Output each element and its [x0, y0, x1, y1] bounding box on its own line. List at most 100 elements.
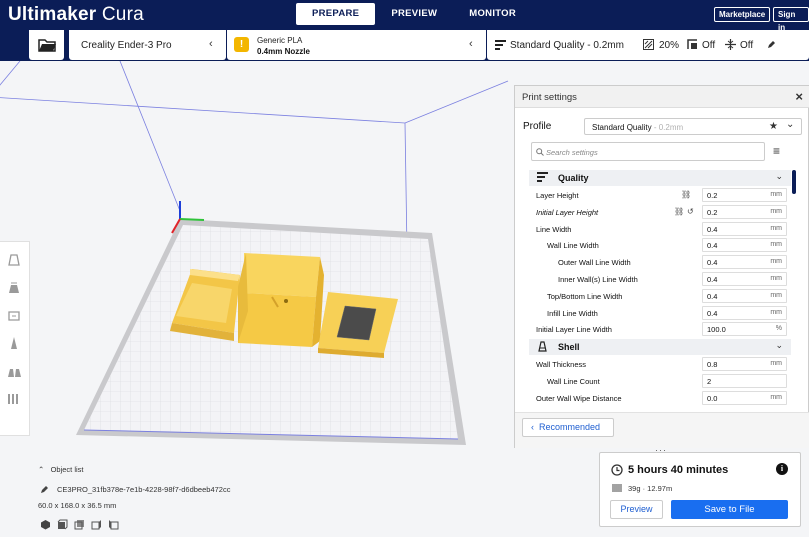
close-icon[interactable]: ×: [795, 89, 803, 104]
setting-value-field[interactable]: 0.8 mm: [702, 357, 787, 372]
setting-label: Top/Bottom Line Width: [547, 291, 623, 301]
setting-value-field[interactable]: 100.0%: [702, 322, 787, 337]
support-value: Off: [702, 40, 716, 51]
setting-value-field[interactable]: 0.4 mm: [702, 288, 787, 303]
model-tall-box: [238, 253, 324, 347]
sign-in-button[interactable]: Sign in: [773, 7, 809, 32]
setting-row: Layer Height ⛓ 0.2 mm: [529, 187, 791, 203]
star-icon[interactable]: ★: [769, 121, 778, 132]
setting-label: Initial Layer Height: [536, 207, 599, 217]
marketplace-button[interactable]: Marketplace: [714, 7, 771, 22]
adhesion-icon: [725, 39, 736, 50]
support-blocker-tool[interactable]: [4, 388, 24, 410]
left-view-icon[interactable]: [91, 519, 102, 530]
setting-value: 2: [707, 377, 712, 386]
3d-view-icon[interactable]: [40, 519, 51, 530]
setting-value: 0.8: [707, 360, 718, 370]
mirror-tool[interactable]: [4, 332, 24, 354]
setting-value-field[interactable]: 0.4 mm: [702, 305, 787, 320]
setting-unit: mm: [770, 360, 782, 368]
front-view-icon[interactable]: [57, 519, 68, 530]
setting-unit: mm: [770, 291, 782, 299]
folder-icon: [37, 39, 56, 52]
mirror-icon: [11, 337, 17, 349]
chevron-left-icon: ‹: [209, 38, 213, 50]
setting-row: Wall Line Width 0.4 mm: [529, 237, 791, 253]
info-icon[interactable]: i: [776, 463, 788, 475]
setting-row: Top/Bottom Line Width 0.4 mm: [529, 288, 791, 304]
rotate-icon: [8, 311, 20, 321]
setting-value-field[interactable]: 0.2 mm: [702, 204, 787, 219]
stage-tabs: PREPARE PREVIEW MONITOR: [296, 3, 532, 25]
setting-label: Wall Thickness: [536, 360, 587, 370]
link-icon[interactable]: ⛓: [681, 190, 691, 199]
move-tool[interactable]: [4, 248, 24, 270]
infill-value: 20%: [659, 40, 680, 51]
setting-label: Outer Wall Line Width: [558, 258, 631, 268]
tab-monitor[interactable]: MONITOR: [453, 3, 532, 25]
shell-icon: [538, 341, 547, 352]
settings-scrollbar[interactable]: [792, 170, 796, 194]
chevron-down-icon: ⌄: [786, 119, 795, 130]
material-usage: 39g · 12.97m: [628, 484, 673, 493]
per-model-settings-tool[interactable]: [4, 360, 24, 382]
setting-value: 0.2: [707, 207, 718, 217]
search-icon: [536, 148, 544, 156]
panel-footer: ‹ Recommended ···: [515, 412, 809, 455]
view-buttons: [40, 519, 119, 530]
setting-value-field[interactable]: 2: [702, 374, 787, 388]
settings-menu-icon[interactable]: ≡: [773, 144, 780, 158]
setting-row: Line Width 0.4 mm: [529, 221, 791, 237]
setting-value-field[interactable]: 0.4 mm: [702, 238, 787, 253]
setting-unit: mm: [770, 258, 782, 266]
link-icon[interactable]: ⛓: [674, 207, 684, 216]
object-name: CE3PRO_31fb378e-7e1b-4228-98f7-d6dbeeb47…: [57, 485, 231, 494]
setting-label: Infill Line Width: [547, 308, 598, 318]
tab-prepare[interactable]: PREPARE: [296, 3, 376, 25]
pencil-icon[interactable]: [40, 485, 49, 494]
setting-value-field[interactable]: 0.4 mm: [702, 221, 787, 236]
infill-icon: [643, 39, 654, 50]
setting-label: Line Width: [536, 224, 572, 234]
setting-value: 0.4: [707, 275, 718, 284]
setting-value-field[interactable]: 0.2 mm: [702, 188, 787, 202]
setting-row: Wall Line Count 2: [529, 373, 791, 389]
rotate-tool[interactable]: [4, 304, 24, 326]
chevron-down-icon: ⌄: [775, 340, 783, 351]
preview-button[interactable]: Preview: [610, 500, 663, 519]
profile-dropdown[interactable]: Standard Quality - 0.2mm ★ ⌄: [584, 118, 802, 135]
profile-icon: [495, 40, 506, 50]
save-to-file-button[interactable]: Save to File: [671, 500, 788, 519]
search-placeholder: Search settings: [546, 148, 598, 157]
scale-tool[interactable]: [4, 276, 24, 298]
chevron-left-icon: ‹: [469, 38, 473, 50]
setting-row: Initial Layer Line Width 100.0%: [529, 321, 791, 337]
open-file-button[interactable]: [29, 30, 64, 60]
setting-value-field[interactable]: 0.4 mm: [702, 255, 787, 270]
app-logo: Ultimaker Cura: [8, 4, 144, 25]
setting-unit: mm: [770, 308, 782, 316]
support-blocker-icon: [8, 394, 18, 404]
right-view-icon[interactable]: [108, 519, 119, 530]
setting-value: 0.4: [707, 308, 718, 318]
print-setup-selector[interactable]: Standard Quality - 0.2mm 20% Off Off: [487, 30, 809, 60]
category-quality[interactable]: Quality ⌄: [529, 170, 791, 186]
printer-selector[interactable]: Creality Ender-3 Pro ‹: [69, 30, 226, 60]
setting-unit: mm: [770, 207, 782, 215]
recommended-button[interactable]: ‹ Recommended: [522, 418, 614, 437]
material-selector[interactable]: ! Generic PLA 0.4mm Nozzle ‹: [227, 30, 486, 60]
setting-row: Initial Layer Height ⛓ ↺ 0.2 mm: [529, 204, 791, 220]
setting-value-field[interactable]: 0.4 mm: [702, 272, 787, 286]
setting-row: Inner Wall(s) Line Width 0.4 mm: [529, 271, 791, 287]
setting-unit: mm: [770, 393, 782, 401]
search-settings-input[interactable]: Search settings: [531, 142, 765, 161]
setting-unit: mm: [770, 275, 782, 282]
category-shell[interactable]: Shell ⌄: [529, 339, 791, 356]
setting-value-field[interactable]: 0.0 mm: [702, 390, 787, 405]
setting-row: Outer Wall Line Width 0.4 mm: [529, 254, 791, 270]
print-time: 5 hours 40 minutes: [628, 464, 729, 476]
tab-preview[interactable]: PREVIEW: [375, 3, 453, 25]
object-list-toggle[interactable]: ⌃ Object list: [38, 465, 84, 474]
top-view-icon[interactable]: [74, 519, 85, 530]
reset-icon[interactable]: ↺: [687, 207, 694, 216]
